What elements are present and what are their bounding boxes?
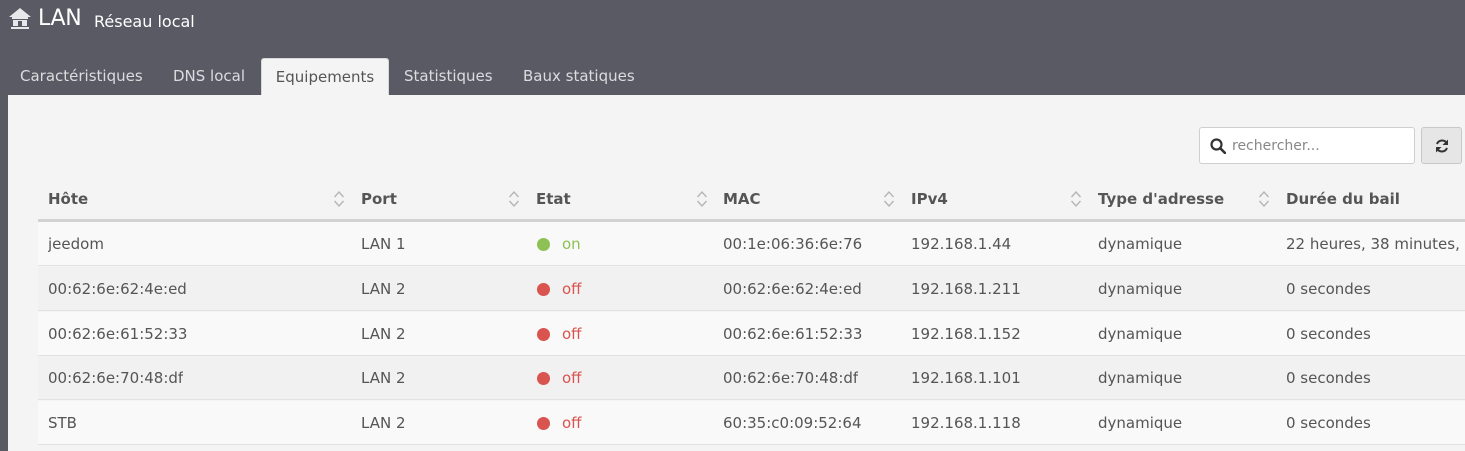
host-cell: STB xyxy=(48,414,77,432)
state-cell: off xyxy=(562,325,582,343)
table-row[interactable]: STB LAN 2 off 60:35:c0:09:52:64 192.168.… xyxy=(38,401,1465,445)
sort-icon[interactable] xyxy=(508,190,520,208)
ipv4-cell: 192.168.1.211 xyxy=(911,280,1021,298)
host-cell: 00:62:6e:62:4e:ed xyxy=(48,280,187,298)
host-cell: 00:62:6e:70:48:df xyxy=(48,369,184,387)
state-cell: off xyxy=(562,369,582,387)
tab-equipements[interactable]: Equipements xyxy=(261,58,389,95)
table-row[interactable]: 00:62:6e:70:48:df LAN 2 off 00:62:6e:70:… xyxy=(38,356,1465,400)
search-box xyxy=(1199,127,1415,164)
tab-dns-local[interactable]: DNS local xyxy=(173,58,245,95)
lease-cell: 0 secondes xyxy=(1286,325,1371,343)
app-title: LAN xyxy=(38,6,82,31)
ipv4-cell: 192.168.1.152 xyxy=(911,325,1021,343)
column-header-host[interactable]: Hôte xyxy=(48,177,88,221)
port-cell: LAN 2 xyxy=(361,414,406,432)
sort-icon[interactable] xyxy=(696,190,708,208)
column-header-state[interactable]: Etat xyxy=(536,177,571,221)
address-type-cell: dynamique xyxy=(1098,325,1183,343)
column-header-port[interactable]: Port xyxy=(361,177,397,221)
home-icon xyxy=(9,8,31,29)
search-input[interactable] xyxy=(1232,129,1410,162)
mac-cell: 60:35:c0:09:52:64 xyxy=(723,414,862,432)
table-row[interactable]: jeedom LAN 1 on 00:1e:06:36:6e:76 192.16… xyxy=(38,222,1465,266)
status-off-dot xyxy=(537,417,550,430)
sort-icon[interactable] xyxy=(1070,190,1082,208)
address-type-cell: dynamique xyxy=(1098,369,1183,387)
column-header-ipv4[interactable]: IPv4 xyxy=(911,177,948,221)
status-on-dot xyxy=(537,238,550,251)
port-cell: LAN 1 xyxy=(361,235,406,253)
table-row[interactable]: 00:62:6e:61:52:33 LAN 2 off 00:62:6e:61:… xyxy=(38,312,1465,356)
refresh-button[interactable] xyxy=(1421,127,1462,164)
status-off-dot xyxy=(537,283,550,296)
sort-icon[interactable] xyxy=(1258,190,1270,208)
address-type-cell: dynamique xyxy=(1098,414,1183,432)
equipements-panel: Hôte Port Etat MAC IPv4 Type d'adresse D… xyxy=(8,95,1465,451)
sort-icon[interactable] xyxy=(883,190,895,208)
host-cell: 00:62:6e:61:52:33 xyxy=(48,325,188,343)
address-type-cell: dynamique xyxy=(1098,235,1183,253)
app-header: LAN Réseau local Caractéristiques DNS lo… xyxy=(0,0,1465,95)
search-icon xyxy=(1210,138,1226,154)
status-off-dot xyxy=(537,328,550,341)
mac-cell: 00:62:6e:62:4e:ed xyxy=(723,280,862,298)
mac-cell: 00:1e:06:36:6e:76 xyxy=(723,235,863,253)
mac-cell: 00:62:6e:61:52:33 xyxy=(723,325,863,343)
status-off-dot xyxy=(537,372,550,385)
lease-cell: 22 heures, 38 minutes, 2 xyxy=(1286,235,1465,253)
port-cell: LAN 2 xyxy=(361,280,406,298)
mac-cell: 00:62:6e:70:48:df xyxy=(723,369,859,387)
lease-cell: 0 secondes xyxy=(1286,369,1371,387)
state-cell: off xyxy=(562,414,582,432)
tab-baux-statiques[interactable]: Baux statiques xyxy=(523,58,635,95)
lease-cell: 0 secondes xyxy=(1286,414,1371,432)
ipv4-cell: 192.168.1.118 xyxy=(911,414,1021,432)
table-row[interactable]: 00:62:6e:62:4e:ed LAN 2 off 00:62:6e:62:… xyxy=(38,267,1465,311)
column-header-address-type[interactable]: Type d'adresse xyxy=(1098,177,1224,221)
sort-icon[interactable] xyxy=(333,190,345,208)
column-header-lease-duration[interactable]: Durée du bail xyxy=(1286,177,1400,221)
state-cell: off xyxy=(562,280,582,298)
tab-caracteristiques[interactable]: Caractéristiques xyxy=(20,58,143,95)
ipv4-cell: 192.168.1.101 xyxy=(911,369,1021,387)
port-cell: LAN 2 xyxy=(361,325,406,343)
address-type-cell: dynamique xyxy=(1098,280,1183,298)
column-header-mac[interactable]: MAC xyxy=(723,177,761,221)
port-cell: LAN 2 xyxy=(361,369,406,387)
tab-statistiques[interactable]: Statistiques xyxy=(404,58,493,95)
state-cell: on xyxy=(562,235,581,253)
host-cell: jeedom xyxy=(48,235,104,253)
ipv4-cell: 192.168.1.44 xyxy=(911,235,1012,253)
app-subtitle: Réseau local xyxy=(94,12,195,31)
lease-cell: 0 secondes xyxy=(1286,280,1371,298)
refresh-icon xyxy=(1436,139,1448,153)
